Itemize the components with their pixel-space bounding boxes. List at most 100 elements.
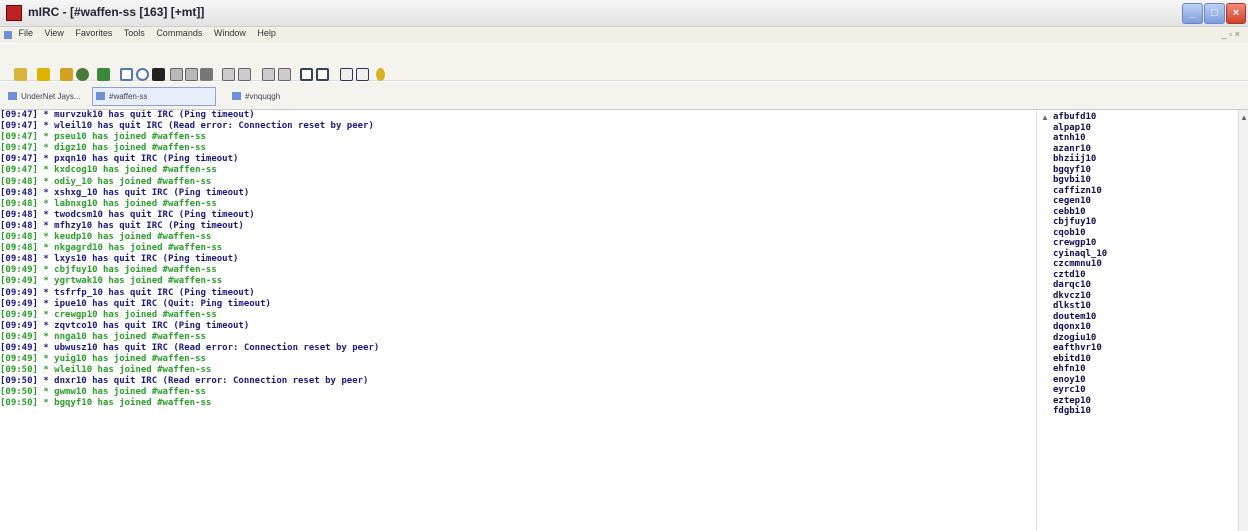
about-icon[interactable] xyxy=(356,68,369,81)
quit-message: [09:49] * zqvtco10 has quit IRC (Ping ti… xyxy=(0,320,250,331)
menu-file[interactable]: File xyxy=(19,28,34,38)
nick-item[interactable]: ebitd10 xyxy=(1053,354,1091,364)
nick-item[interactable]: dqonx10 xyxy=(1053,322,1091,332)
quit-message: [09:48] * twodcsm10 has quit IRC (Ping t… xyxy=(0,209,255,220)
quit-message: [09:48] * lxys10 has quit IRC (Ping time… xyxy=(0,254,239,265)
remote-icon[interactable] xyxy=(97,68,110,81)
urls-icon[interactable] xyxy=(222,68,235,81)
join-message: [09:49] * ygrtwak10 has joined #waffen-s… xyxy=(0,276,223,287)
nick-item[interactable]: cyinaql_10 xyxy=(1053,249,1107,259)
options-icon[interactable] xyxy=(37,68,50,81)
scroll-up-icon[interactable]: ▲ xyxy=(1240,113,1248,122)
nick-list[interactable]: ▲ afbufd10 alpap10 atnh10 azanr10 bhziij10 bg… xyxy=(1036,110,1239,531)
nick-item[interactable]: darqc10 xyxy=(1053,280,1091,290)
channels-icon[interactable] xyxy=(76,68,89,81)
nick-item[interactable]: bgvbi10 xyxy=(1053,175,1091,185)
join-message: [09:49] * nnga10 has joined #waffen-ss xyxy=(0,331,206,342)
tab-vnquqgh[interactable]: #vnquqgh xyxy=(228,87,287,106)
address-book-icon[interactable] xyxy=(60,68,73,81)
tile-horizontal-icon[interactable] xyxy=(300,68,313,81)
close-button[interactable]: × xyxy=(1226,3,1246,24)
menu-commands[interactable]: Commands xyxy=(156,28,202,38)
menu-bar: File View Favorites Tools Commands Windo… xyxy=(0,27,1248,43)
nick-item[interactable]: atnh10 xyxy=(1053,133,1086,143)
menu-window[interactable]: Window xyxy=(214,28,246,38)
notify-icon[interactable] xyxy=(200,68,213,81)
quit-message: [09:47] * pxqn10 has quit IRC (Ping time… xyxy=(0,154,239,165)
help-icon[interactable] xyxy=(340,68,353,81)
quit-message: [09:47] * wleil10 has quit IRC (Read err… xyxy=(0,121,374,132)
nick-item[interactable]: alpap10 xyxy=(1053,123,1091,133)
menu-view[interactable]: View xyxy=(45,28,64,38)
nick-item[interactable]: afbufd10 xyxy=(1053,112,1096,122)
join-message: [09:49] * crewgp10 has joined #waffen-ss xyxy=(0,309,217,320)
dcc-icon[interactable] xyxy=(152,68,165,81)
channel-icon xyxy=(96,92,105,100)
nick-item[interactable]: azanr10 xyxy=(1053,144,1091,154)
tile-icon[interactable] xyxy=(262,68,275,81)
nick-item[interactable]: caffizn10 xyxy=(1053,186,1102,196)
join-message: [09:50] * wleil10 has joined #waffen-ss xyxy=(0,365,212,376)
tab-waffen-ss[interactable]: #waffen-ss xyxy=(92,87,216,106)
nick-item[interactable]: eztep10 xyxy=(1053,396,1091,406)
nick-item[interactable]: eyrc10 xyxy=(1053,385,1086,395)
chat-icon[interactable] xyxy=(170,68,183,81)
tab-label: UnderNet Jays... xyxy=(21,92,81,101)
maximize-button[interactable]: □ xyxy=(1204,3,1225,24)
window-title: mIRC - [#waffen-ss [163] [+mt]] xyxy=(28,5,205,19)
nick-item[interactable]: cqob10 xyxy=(1053,228,1086,238)
channel-icon xyxy=(232,92,241,100)
nick-item[interactable]: crewgp10 xyxy=(1053,238,1096,248)
menu-tools[interactable]: Tools xyxy=(124,28,145,38)
arrange-icon[interactable] xyxy=(316,68,329,81)
nick-item[interactable]: czcmmnu10 xyxy=(1053,259,1102,269)
title-bar: mIRC - [#waffen-ss [163] [+mt]] _ □ × xyxy=(0,0,1248,27)
join-message: [09:50] * bgqyf10 has joined #waffen-ss xyxy=(0,398,212,409)
nick-item[interactable]: dlkst10 xyxy=(1053,301,1091,311)
mdi-window-icon[interactable] xyxy=(4,31,12,39)
nick-item[interactable]: eafthvr10 xyxy=(1053,343,1102,353)
nick-item[interactable]: cegen10 xyxy=(1053,196,1091,206)
menu-favorites[interactable]: Favorites xyxy=(75,28,112,38)
nick-item[interactable]: cztd10 xyxy=(1053,270,1086,280)
join-message: [09:47] * kxdcog10 has joined #waffen-ss xyxy=(0,165,217,176)
menu-help[interactable]: Help xyxy=(257,28,276,38)
quit-message: [09:50] * dnxr10 has quit IRC (Read erro… xyxy=(0,376,369,387)
nick-item[interactable]: enoy10 xyxy=(1053,375,1086,385)
nicklist-scroll-up-icon[interactable]: ▲ xyxy=(1041,113,1049,122)
mdi-controls[interactable]: _ ▫ × xyxy=(1222,29,1240,39)
join-message: [09:49] * cbjfuy10 has joined #waffen-ss xyxy=(0,265,217,276)
join-message: [09:48] * nkgagrd10 has joined #waffen-s… xyxy=(0,243,223,254)
script-icon[interactable] xyxy=(185,68,198,81)
nick-item[interactable]: cebb10 xyxy=(1053,207,1086,217)
quit-message: [09:47] * murvzuk10 has quit IRC (Ping t… xyxy=(0,110,255,120)
join-message: [09:48] * keudp10 has joined #waffen-ss xyxy=(0,232,212,243)
quit-message: [09:49] * ubwusz10 has quit IRC (Read er… xyxy=(0,342,380,353)
nick-item[interactable]: dzogiu10 xyxy=(1053,333,1096,343)
tab-undernet[interactable]: UnderNet Jays... xyxy=(4,87,88,106)
nick-item[interactable]: ehfn10 xyxy=(1053,364,1086,374)
nick-item[interactable]: bhziij10 xyxy=(1053,154,1096,164)
join-message: [09:50] * gwmw10 has joined #waffen-ss xyxy=(0,387,206,398)
cascade-icon[interactable] xyxy=(278,68,291,81)
mirc-app-icon xyxy=(6,5,22,21)
chat-window[interactable]: [09:47] * murvzuk10 has quit IRC (Ping t… xyxy=(0,110,1030,531)
connect-icon[interactable] xyxy=(14,68,27,81)
server-icon xyxy=(8,92,17,100)
nick-item[interactable]: dkvcz10 xyxy=(1053,291,1091,301)
send-icon[interactable] xyxy=(136,68,149,81)
tab-label: #vnquqgh xyxy=(245,92,281,101)
minimize-button[interactable]: _ xyxy=(1182,3,1203,24)
vertical-scrollbar[interactable]: ▲ xyxy=(1238,110,1248,531)
colors-icon[interactable] xyxy=(120,68,133,81)
join-message: [09:48] * labnxg10 has joined #waffen-ss xyxy=(0,198,217,209)
log-icon[interactable] xyxy=(238,68,251,81)
join-message: [09:48] * odiy_10 has joined #waffen-ss xyxy=(0,176,212,187)
nick-item[interactable]: fdgbi10 xyxy=(1053,406,1091,416)
user-icon[interactable] xyxy=(376,68,385,81)
quit-message: [09:48] * mfhzy10 has quit IRC (Ping tim… xyxy=(0,220,244,231)
nick-item[interactable]: bgqyf10 xyxy=(1053,165,1091,175)
join-message: [09:47] * pseu10 has joined #waffen-ss xyxy=(0,132,206,143)
nick-item[interactable]: cbjfuy10 xyxy=(1053,217,1096,227)
nick-item[interactable]: doutem10 xyxy=(1053,312,1096,322)
